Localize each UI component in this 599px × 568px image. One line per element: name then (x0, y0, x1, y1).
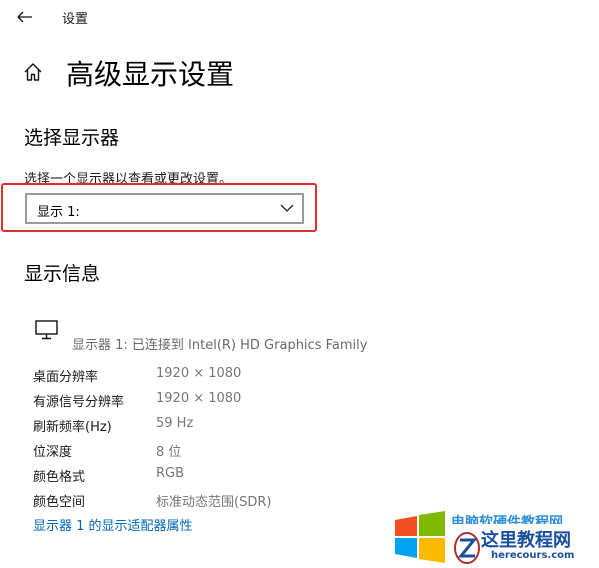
display-adapter-properties-link[interactable]: 显示器 1 的显示适配器属性 (33, 515, 193, 534)
info-value-bit-depth: 8 位 (156, 445, 182, 460)
arrow-left-icon (17, 11, 32, 23)
home-icon[interactable] (22, 61, 44, 83)
info-label-active-signal-resolution: 有源信号分辨率 (33, 395, 125, 410)
window-title: 设置 (62, 12, 89, 27)
windows-logo (395, 511, 445, 563)
info-label-bit-depth: 位深度 (33, 445, 73, 460)
info-label-color-format: 颜色格式 (33, 470, 86, 485)
site-watermark: 电脑软硬件教程网 这里教程网 herecours.com (393, 510, 599, 568)
info-value-color-format: RGB (156, 466, 185, 481)
page-title: 高级显示设置 (66, 58, 235, 91)
info-label-color-space: 颜色空间 (33, 495, 86, 510)
dropdown-selected-value: 显示 1: (37, 205, 80, 220)
info-value-color-space: 标准动态范围(SDR) (156, 495, 272, 510)
info-label-refresh-rate: 刷新频率(Hz) (33, 420, 112, 435)
info-label-desktop-resolution: 桌面分辨率 (33, 370, 99, 385)
section-heading-display-info: 显示信息 (24, 263, 101, 285)
watermark-url: herecours.com (491, 550, 575, 561)
info-value-active-signal-resolution: 1920 × 1080 (156, 391, 242, 406)
section-heading-select-display: 选择显示器 (24, 127, 120, 149)
info-value-refresh-rate: 59 Hz (156, 416, 194, 431)
info-value-desktop-resolution: 1920 × 1080 (156, 366, 242, 381)
watermark-z-logo (454, 532, 480, 564)
watermark-site-name: 电脑软硬件教程网 (451, 515, 563, 524)
back-button[interactable] (10, 4, 40, 30)
watermark-main-text: 这里教程网 (481, 530, 571, 551)
monitor-connection-text: 显示器 1: 已连接到 Intel(R) HD Graphics Family (72, 338, 368, 353)
chevron-down-icon (280, 204, 294, 212)
monitor-icon (34, 319, 60, 341)
display-select-dropdown[interactable]: 显示 1: (25, 193, 304, 224)
